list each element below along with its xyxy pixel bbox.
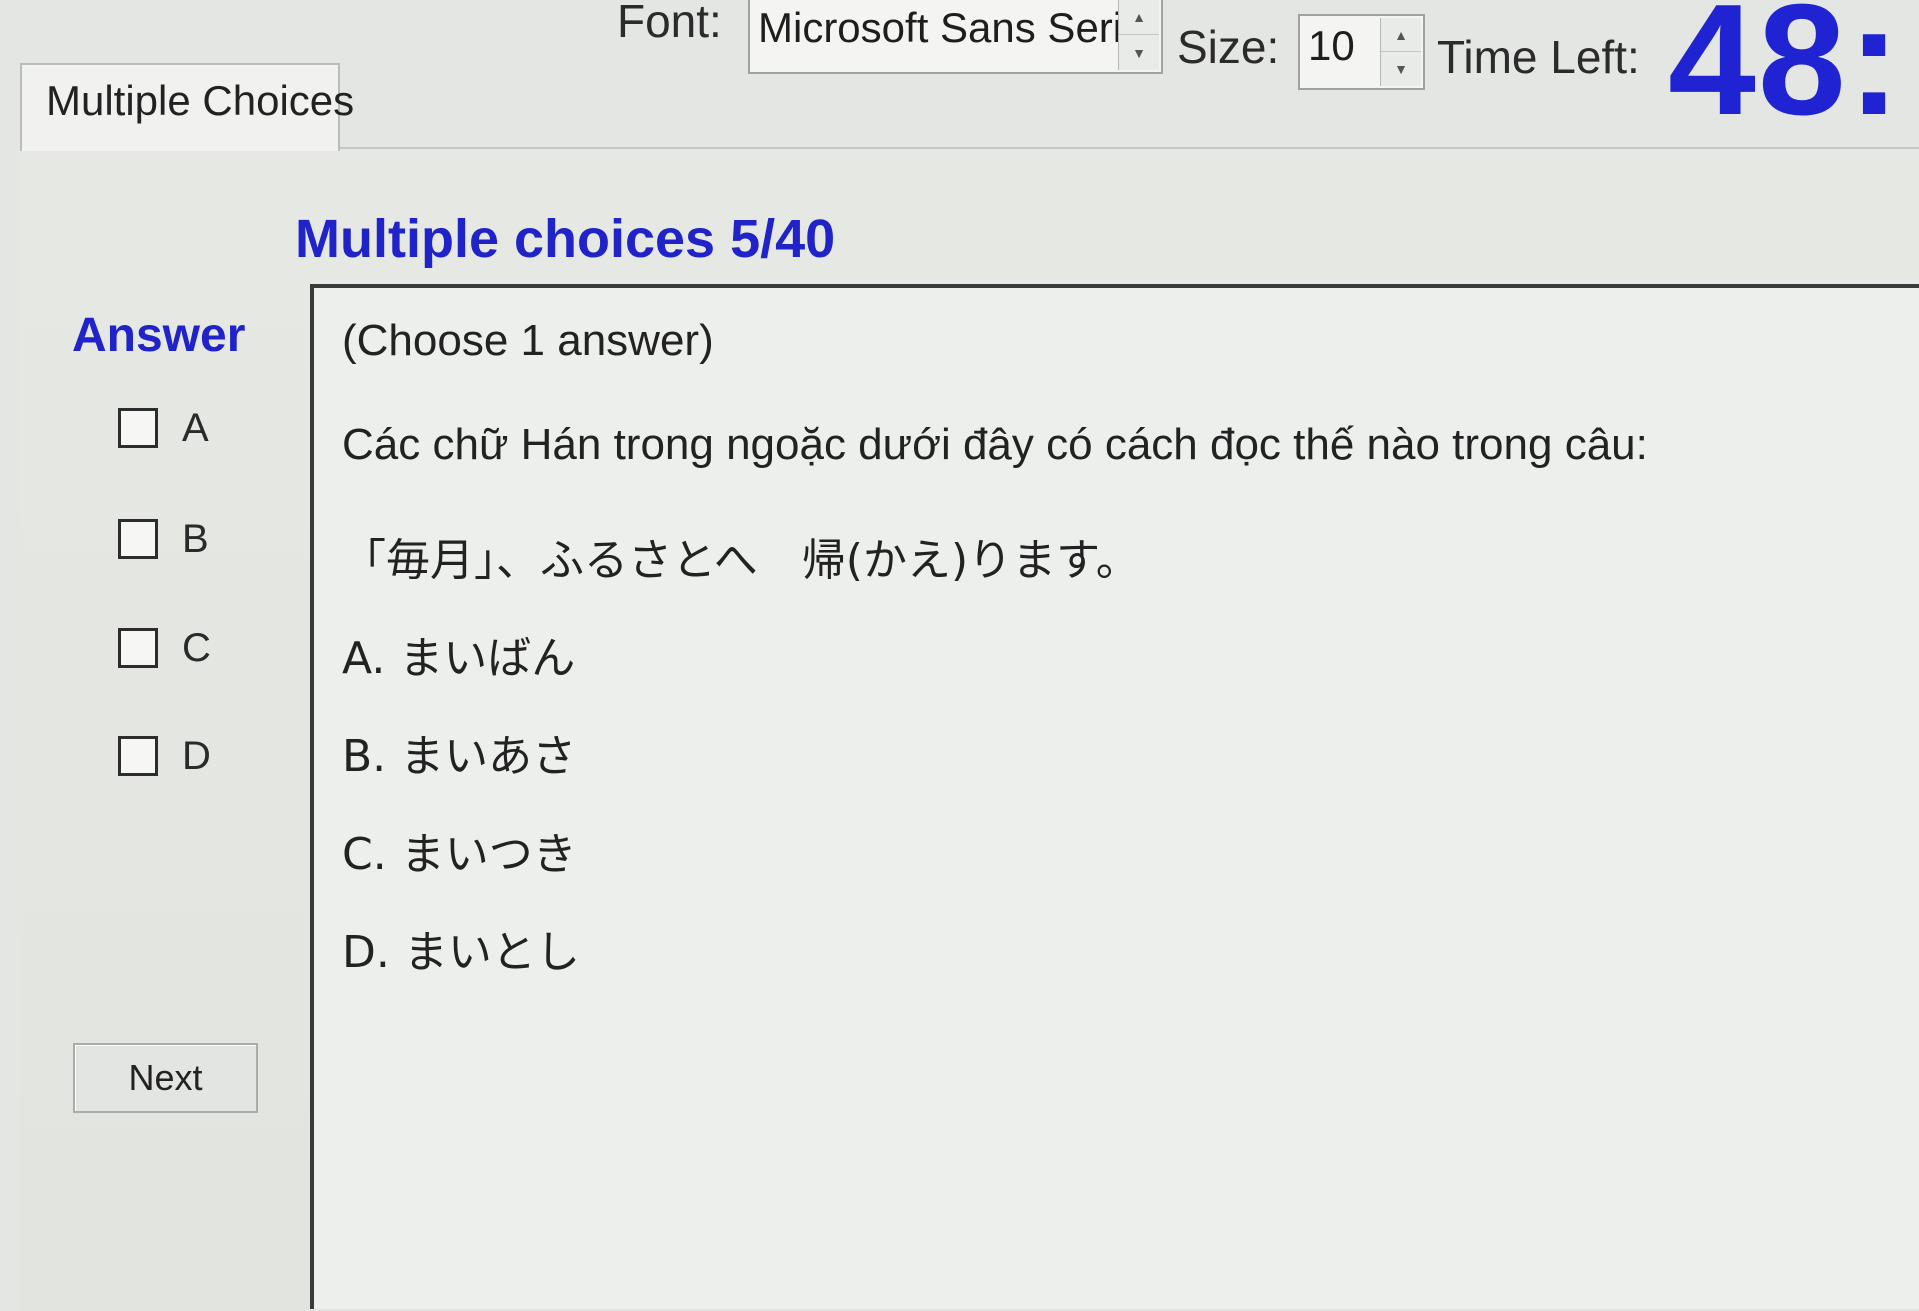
checkbox-icon[interactable] [118, 628, 158, 668]
answer-option-label: C [182, 625, 211, 670]
question-text: Các chữ Hán trong ngoặc dưới đây có cách… [342, 420, 1648, 469]
answer-option-label: B [182, 516, 209, 561]
answer-option-label: D [182, 733, 211, 778]
answer-option-b[interactable]: B [118, 513, 209, 565]
checkbox-icon[interactable] [118, 736, 158, 776]
font-spinner[interactable]: ▲ ▼ [1118, 0, 1159, 70]
spin-up-icon[interactable]: ▲ [1119, 0, 1159, 35]
size-label: Size: [1177, 21, 1280, 73]
question-instruction: (Choose 1 answer) [342, 316, 714, 365]
tab-label: Multiple Choices [46, 77, 355, 124]
question-counter-title: Multiple choices 5/40 [295, 209, 836, 269]
font-select[interactable]: Microsoft Sans Serif ▲ ▼ [748, 0, 1163, 74]
countdown-timer: 48: [1668, 0, 1903, 148]
answer-heading: Answer [72, 309, 246, 362]
answer-option-label: A [182, 405, 209, 450]
font-select-value: Microsoft Sans Serif [758, 4, 1134, 51]
question-sentence: 「毎月」、ふるさとへ 帰(かえ)ります。 [342, 535, 1140, 586]
choice-d: D. まいとし [342, 927, 580, 978]
size-select-value: 10 [1308, 22, 1355, 69]
spin-down-icon[interactable]: ▼ [1381, 52, 1421, 86]
choice-a: A. まいばん [342, 633, 576, 684]
answer-option-d[interactable]: D [118, 730, 211, 782]
checkbox-icon[interactable] [118, 519, 158, 559]
next-button[interactable]: Next [73, 1043, 258, 1113]
answer-option-a[interactable]: A [118, 402, 209, 454]
size-spinner[interactable]: ▲ ▼ [1380, 18, 1421, 86]
tab-multiple-choices[interactable]: Multiple Choices [20, 63, 354, 151]
choice-c: C. まいつき [342, 829, 577, 880]
font-label: Font: [617, 0, 722, 47]
answer-option-c[interactable]: C [118, 622, 211, 674]
spin-down-icon[interactable]: ▼ [1119, 35, 1159, 70]
spin-up-icon[interactable]: ▲ [1381, 18, 1421, 52]
question-panel: (Choose 1 answer) Các chữ Hán trong ngoặ… [310, 284, 1919, 1309]
size-select[interactable]: 10 ▲ ▼ [1298, 14, 1425, 90]
time-left-label: Time Left: [1437, 31, 1640, 83]
choice-b: B. まいあさ [342, 731, 577, 782]
checkbox-icon[interactable] [118, 408, 158, 448]
